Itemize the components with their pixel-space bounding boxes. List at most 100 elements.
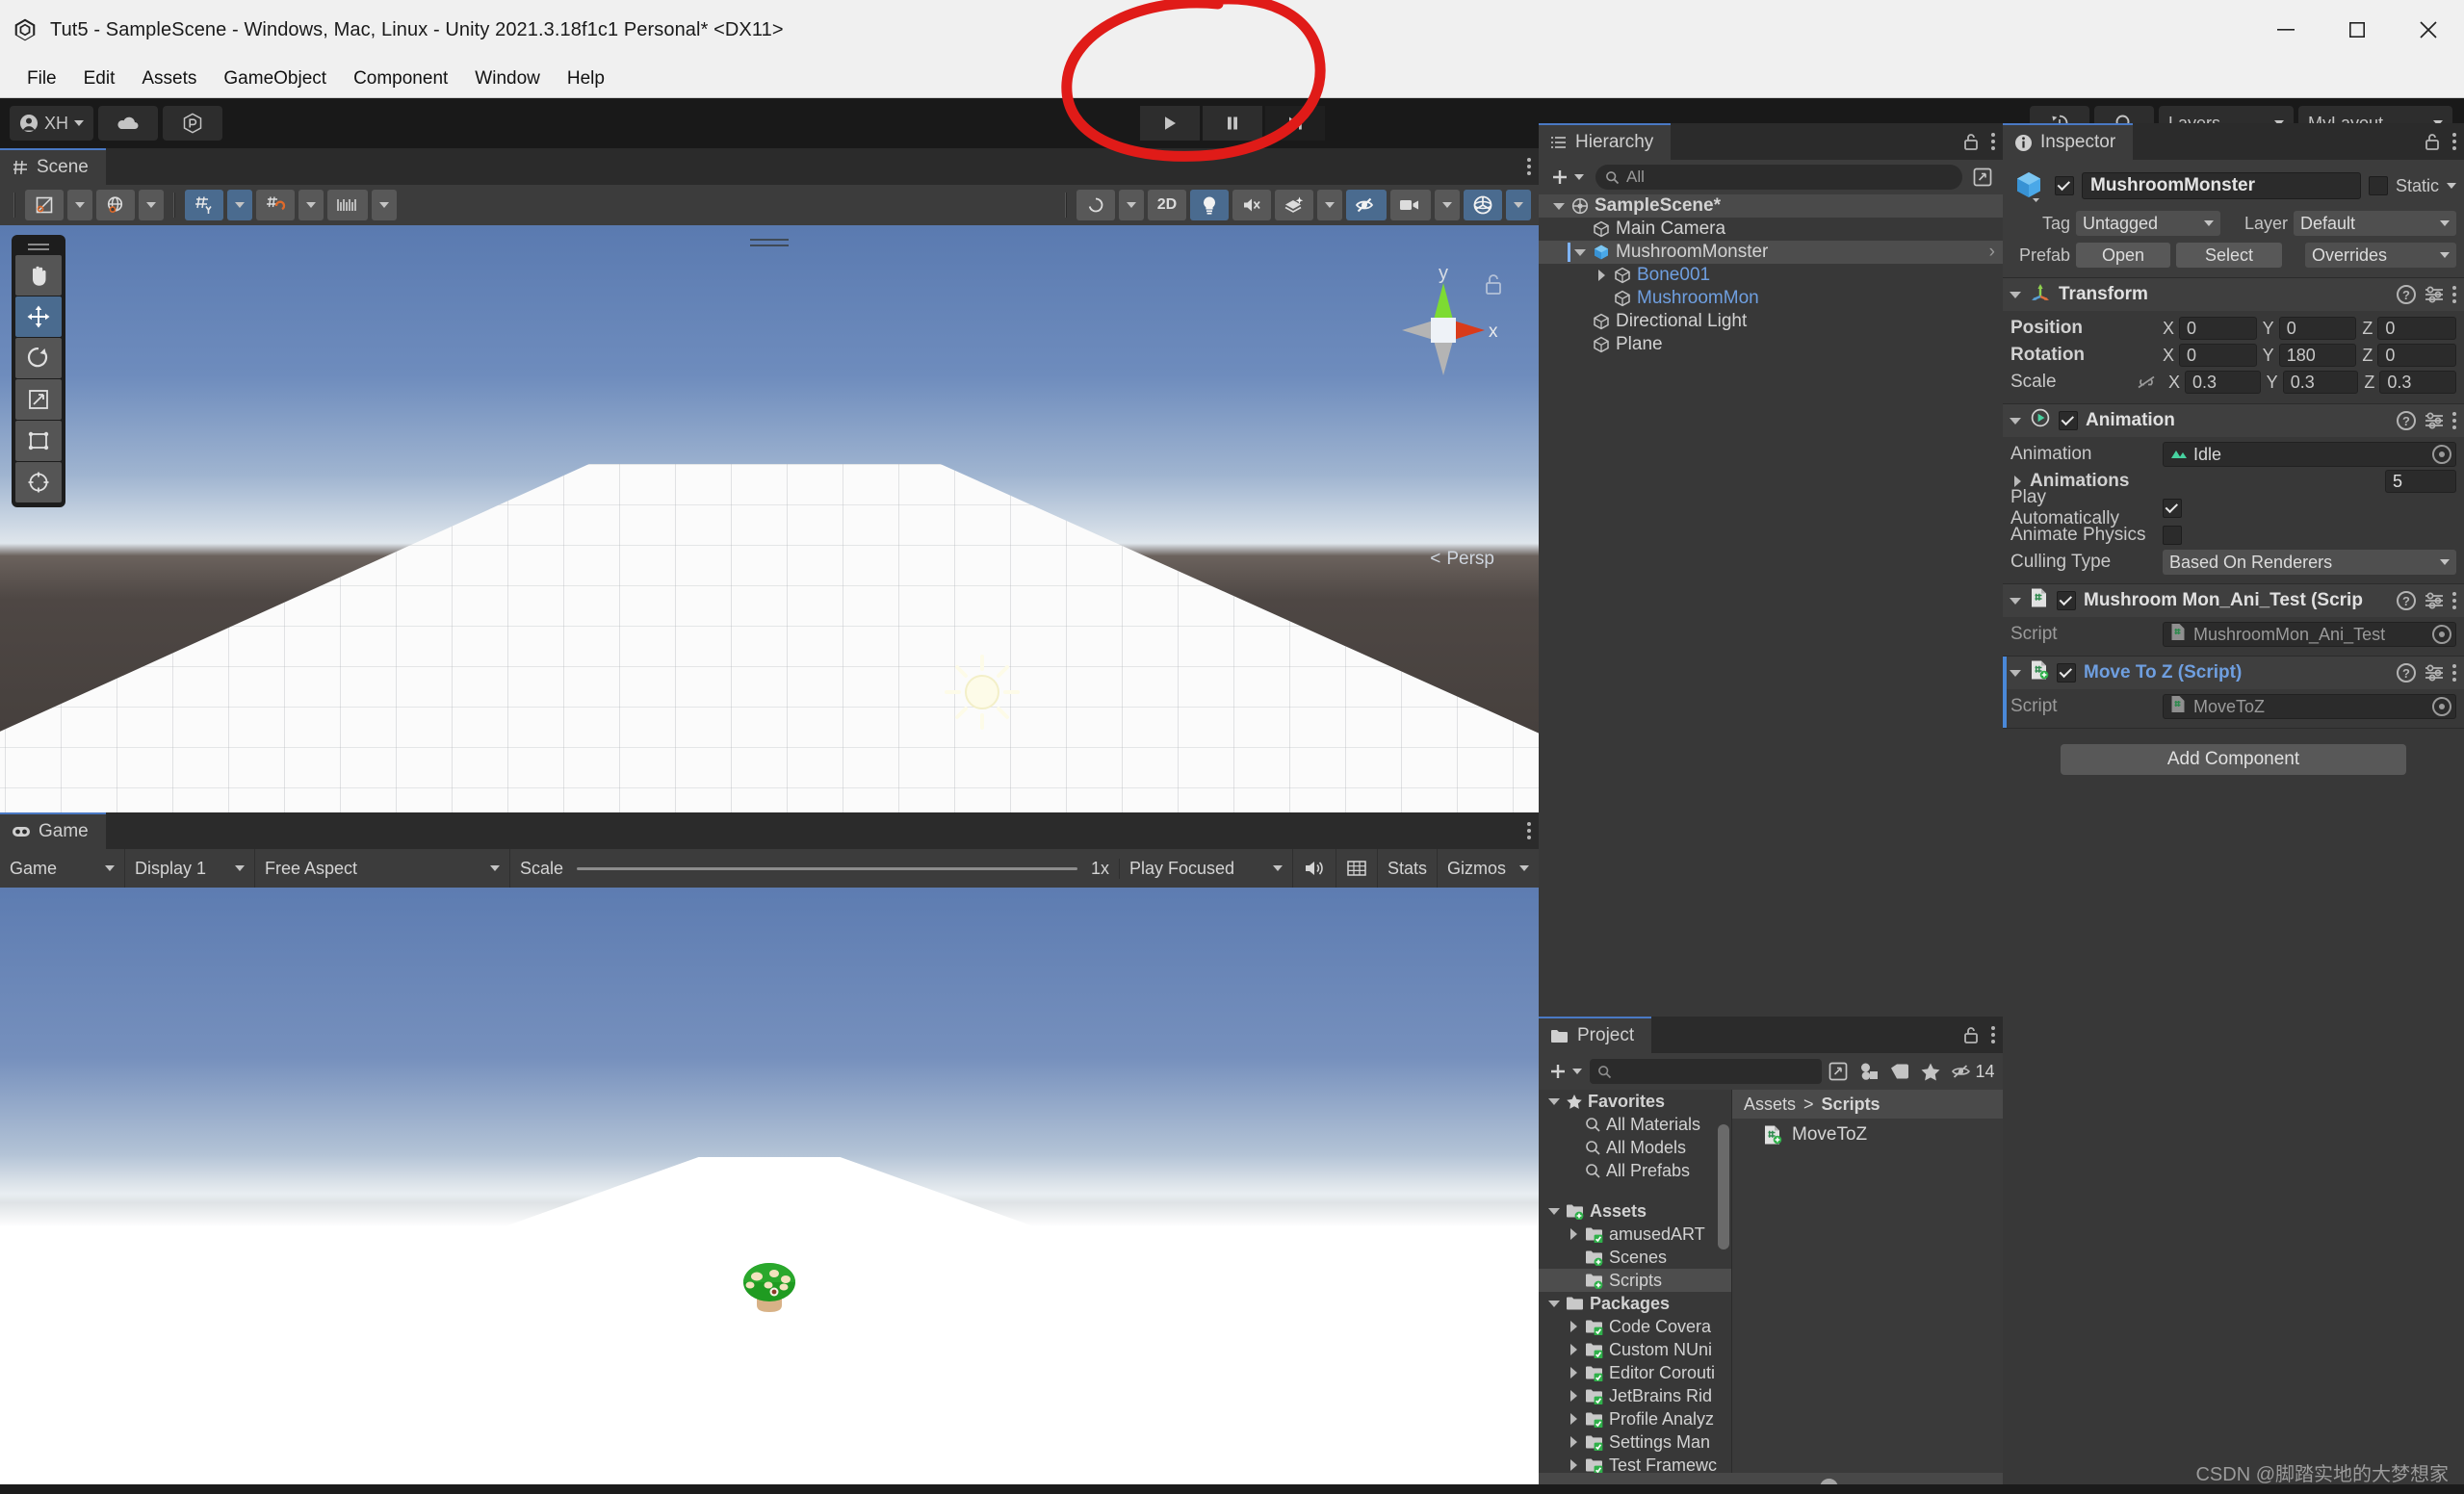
component-header-animation[interactable]: Animation?	[2003, 404, 2464, 437]
menu-assets[interactable]: Assets	[128, 65, 210, 91]
camera-gizmos-dropdown[interactable]	[1435, 190, 1460, 220]
minimize-button[interactable]	[2250, 0, 2321, 60]
project-tree-item-testframewc[interactable]: Test Framewc	[1539, 1454, 1731, 1473]
snap-increment-dropdown[interactable]	[372, 190, 397, 220]
preset-icon[interactable]	[2424, 663, 2445, 683]
prefab-overrides-dropdown[interactable]: Overrides	[2305, 243, 2456, 268]
preset-icon[interactable]	[2424, 285, 2445, 304]
tab-project[interactable]: Project	[1539, 1017, 1652, 1053]
project-favorites-button[interactable]	[1916, 1058, 1945, 1085]
tag-dropdown[interactable]: Untagged	[2076, 211, 2220, 236]
toggle-lighting-button[interactable]	[1190, 190, 1229, 220]
help-icon[interactable]: ?	[2397, 663, 2416, 683]
project-tree-scrollbar[interactable]	[1718, 1124, 1729, 1249]
grid-snap-button[interactable]	[256, 190, 295, 220]
help-icon[interactable]: ?	[2397, 285, 2416, 304]
expand-arrow-icon[interactable]	[1567, 1459, 1580, 1471]
field-scale-z[interactable]: 0.3	[2379, 371, 2457, 394]
component-options-menu[interactable]	[2452, 286, 2456, 303]
services-button[interactable]	[163, 106, 223, 141]
rect-tool-button[interactable]	[15, 421, 62, 461]
step-button[interactable]	[1264, 106, 1325, 141]
object-picker-icon[interactable]	[2432, 625, 2451, 644]
tab-inspector[interactable]: Inspector	[2003, 123, 2134, 160]
field-cullingtype-dropdown[interactable]: Based On Renderers	[2163, 550, 2456, 575]
tab-scene[interactable]: Scene	[0, 148, 106, 185]
maximize-button[interactable]	[2321, 0, 2393, 60]
component-enabled-checkbox[interactable]	[2057, 591, 2076, 610]
component-header-transform[interactable]: Transform?	[2003, 278, 2464, 311]
project-file-list[interactable]: MoveToZ	[1732, 1119, 2003, 1151]
breadcrumb-scripts[interactable]: Scripts	[1822, 1095, 1880, 1115]
toggle-hidden-objects-button[interactable]	[1346, 190, 1387, 220]
collapse-arrow-icon[interactable]	[1547, 1098, 1561, 1105]
game-scale-slider[interactable]: Scale 1x	[510, 858, 1120, 879]
project-file-movetoz[interactable]: MoveToZ	[1732, 1119, 2003, 1151]
preset-icon[interactable]	[2424, 591, 2445, 610]
hierarchy-item-directionallight[interactable]: Directional Light	[1539, 310, 2003, 333]
help-icon[interactable]: ?	[2397, 411, 2416, 430]
hierarchy-item-maincamera[interactable]: Main Camera	[1539, 218, 2003, 241]
scene-view-grip[interactable]	[750, 239, 789, 246]
prefab-select-button[interactable]: Select	[2176, 243, 2282, 268]
transform-tool-button[interactable]	[15, 462, 62, 502]
project-tree-item-favorites[interactable]: Favorites	[1539, 1090, 1731, 1113]
pivot-mode-dropdown[interactable]	[67, 190, 92, 220]
component-header-movetozscript[interactable]: Move To Z (Script)?	[2003, 657, 2464, 689]
project-tree-item-assets[interactable]: Assets	[1539, 1199, 1731, 1223]
project-tree-item-settingsman[interactable]: Settings Man	[1539, 1430, 1731, 1454]
component-enabled-checkbox[interactable]	[2057, 663, 2076, 683]
game-options-menu[interactable]	[1527, 822, 1531, 839]
project-tree-item-allmodels[interactable]: All Models	[1539, 1136, 1731, 1159]
add-component-button[interactable]: Add Component	[2061, 744, 2406, 775]
menu-window[interactable]: Window	[461, 65, 554, 91]
menu-component[interactable]: Component	[340, 65, 461, 91]
hierarchy-tree[interactable]: SampleScene* Main Camera MushroomMonster…	[1539, 194, 2003, 1017]
toggle-fx-button[interactable]	[1275, 190, 1313, 220]
scene-orientation-gizmo[interactable]: y x	[1371, 248, 1516, 412]
project-tree-item-scenes[interactable]: Scenes	[1539, 1246, 1731, 1269]
hierarchy-item-plane[interactable]: Plane	[1539, 333, 2003, 356]
hand-tool-button[interactable]	[15, 255, 62, 296]
close-button[interactable]	[2393, 0, 2464, 60]
component-collapse-arrow-icon[interactable]	[2009, 670, 2022, 677]
breadcrumb-assets[interactable]: Assets	[1744, 1095, 1796, 1115]
field-playautomatically-checkbox[interactable]	[2163, 499, 2182, 518]
snap-increment-button[interactable]	[327, 190, 368, 220]
game-gizmos-dropdown[interactable]	[1516, 849, 1539, 888]
project-tree-item-customnuni[interactable]: Custom NUni	[1539, 1338, 1731, 1361]
menu-file[interactable]: File	[13, 65, 70, 91]
expand-arrow-icon[interactable]	[1567, 1344, 1580, 1355]
component-options-menu[interactable]	[2452, 592, 2456, 609]
inspector-options-menu[interactable]	[2452, 133, 2456, 150]
field-position-x[interactable]: 0	[2179, 317, 2257, 340]
game-viewport[interactable]	[0, 888, 1539, 1494]
game-mute-button[interactable]	[1293, 849, 1336, 888]
component-options-menu[interactable]	[2452, 412, 2456, 429]
tab-game[interactable]: Game	[0, 812, 106, 849]
field-animatephysics-checkbox[interactable]	[2163, 526, 2182, 545]
scene-projection-label[interactable]: < Persp	[1430, 549, 1494, 570]
hierarchy-options-menu[interactable]	[1991, 133, 1995, 150]
project-tree-item-editorcorouti[interactable]: Editor Corouti	[1539, 1361, 1731, 1384]
project-tree-item-allprefabs[interactable]: All Prefabs	[1539, 1159, 1731, 1182]
field-animation[interactable]: Idle	[2163, 442, 2456, 467]
project-label-filter-button[interactable]	[1885, 1058, 1914, 1085]
game-stats-button[interactable]: Stats	[1378, 849, 1438, 888]
collapse-arrow-icon[interactable]	[1547, 1208, 1561, 1215]
layer-dropdown[interactable]: Default	[2294, 211, 2456, 236]
expand-arrow-icon[interactable]	[1567, 1436, 1580, 1448]
prefab-open-arrow-icon[interactable]: ›	[1989, 242, 1995, 263]
game-viewmode-dropdown[interactable]: Game	[0, 849, 125, 888]
project-folder-tree[interactable]: Favorites All Materials All Models All P…	[1539, 1090, 1731, 1473]
project-type-filter-button[interactable]	[1854, 1058, 1883, 1085]
component-options-menu[interactable]	[2452, 664, 2456, 682]
pause-button[interactable]	[1202, 106, 1262, 141]
menu-help[interactable]: Help	[554, 65, 618, 91]
field-rotation-x[interactable]: 0	[2179, 344, 2257, 367]
project-create-button[interactable]	[1543, 1058, 1588, 1085]
field-scale-y[interactable]: 0.3	[2282, 371, 2359, 394]
field-script[interactable]: MushroomMon_Ani_Test	[2163, 622, 2456, 647]
field-scale-x[interactable]: 0.3	[2185, 371, 2261, 394]
directional-light-gizmo[interactable]	[939, 649, 1025, 735]
